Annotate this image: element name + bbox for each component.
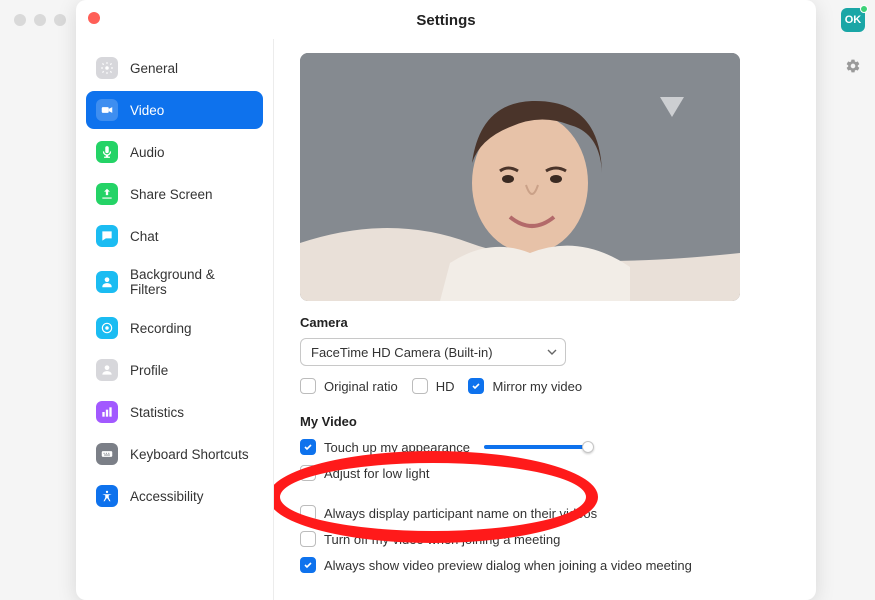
sidebar-item-label: Profile: [130, 363, 168, 378]
settings-sidebar: General Video Audio Share Screen Chat Backgro…: [76, 39, 274, 600]
window-title: Settings: [76, 0, 816, 39]
traffic-light-dim: [14, 14, 26, 26]
settings-gear-icon[interactable]: [845, 58, 861, 79]
video-icon: [96, 99, 118, 121]
close-button[interactable]: [88, 12, 100, 24]
option-label: Mirror my video: [492, 379, 582, 394]
option-label: HD: [436, 379, 455, 394]
background-window-controls: [14, 14, 66, 26]
sidebar-item-label: Keyboard Shortcuts: [130, 447, 249, 462]
camera-section-label: Camera: [300, 315, 790, 330]
option-label: Original ratio: [324, 379, 398, 394]
touch-up-option: Touch up my appearance: [300, 439, 790, 455]
touch-up-checkbox[interactable]: [300, 439, 316, 455]
camera-selected-value: FaceTime HD Camera (Built-in): [311, 345, 493, 360]
low-light-checkbox[interactable]: [300, 465, 316, 481]
camera-options-row: Original ratio HD Mirror my video: [300, 378, 790, 394]
gear-icon: [96, 57, 118, 79]
sidebar-item-profile[interactable]: Profile: [86, 351, 263, 389]
presence-indicator: [860, 5, 868, 13]
sidebar-item-label: Video: [130, 103, 164, 118]
sidebar-item-audio[interactable]: Audio: [86, 133, 263, 171]
traffic-light-dim: [54, 14, 66, 26]
option-always-display-participant-name-on-their: Always display participant name on their…: [300, 505, 790, 521]
checkbox[interactable]: [468, 378, 484, 394]
accessibility-icon: [96, 485, 118, 507]
touch-up-label: Touch up my appearance: [324, 440, 470, 455]
share-icon: [96, 183, 118, 205]
checkbox[interactable]: [300, 505, 316, 521]
traffic-light-dim: [34, 14, 46, 26]
stats-icon: [96, 401, 118, 423]
chevron-down-icon: [547, 347, 557, 357]
sidebar-item-accessibility[interactable]: Accessibility: [86, 477, 263, 515]
sidebar-item-label: Background & Filters: [130, 267, 253, 297]
option-always-show-video-preview-dialog-when-jo: Always show video preview dialog when jo…: [300, 557, 790, 573]
sidebar-item-label: Chat: [130, 229, 159, 244]
recording-icon: [96, 317, 118, 339]
touch-up-slider[interactable]: [484, 445, 588, 449]
video-preview: [300, 53, 740, 301]
sidebar-item-label: Share Screen: [130, 187, 213, 202]
low-light-label: Adjust for low light: [324, 466, 430, 481]
camera-option-original-ratio: Original ratio: [300, 378, 398, 394]
camera-option-hd: HD: [412, 378, 455, 394]
sidebar-item-label: General: [130, 61, 178, 76]
sidebar-item-chat[interactable]: Chat: [86, 217, 263, 255]
sidebar-item-statistics[interactable]: Statistics: [86, 393, 263, 431]
profile-icon: [96, 359, 118, 381]
sidebar-item-keyboard-shortcuts[interactable]: Keyboard Shortcuts: [86, 435, 263, 473]
sidebar-item-background-filters[interactable]: Background & Filters: [86, 259, 263, 305]
sidebar-item-label: Audio: [130, 145, 165, 160]
bgfilters-icon: [96, 271, 118, 293]
my-video-section-label: My Video: [300, 414, 790, 429]
checkbox[interactable]: [300, 531, 316, 547]
sidebar-item-label: Accessibility: [130, 489, 204, 504]
option-turn-off-my-video-when-joining-a-meeting: Turn off my video when joining a meeting: [300, 531, 790, 547]
camera-select[interactable]: FaceTime HD Camera (Built-in): [300, 338, 566, 366]
low-light-option: Adjust for low light: [300, 465, 790, 481]
sidebar-item-general[interactable]: General: [86, 49, 263, 87]
audio-icon: [96, 141, 118, 163]
sidebar-item-video[interactable]: Video: [86, 91, 263, 129]
sidebar-item-label: Statistics: [130, 405, 184, 420]
settings-content: Camera FaceTime HD Camera (Built-in) Ori…: [274, 39, 816, 600]
checkbox[interactable]: [300, 557, 316, 573]
settings-window: Settings General Video Audio Share Screen Ch…: [76, 0, 816, 600]
chat-icon: [96, 225, 118, 247]
checkbox[interactable]: [412, 378, 428, 394]
sidebar-item-label: Recording: [130, 321, 192, 336]
sidebar-item-share-screen[interactable]: Share Screen: [86, 175, 263, 213]
checkbox[interactable]: [300, 378, 316, 394]
sidebar-item-recording[interactable]: Recording: [86, 309, 263, 347]
keyboard-icon: [96, 443, 118, 465]
slider-thumb[interactable]: [582, 441, 594, 453]
option-label: Turn off my video when joining a meeting: [324, 532, 560, 547]
option-label: Always show video preview dialog when jo…: [324, 558, 692, 573]
camera-option-mirror-my-video: Mirror my video: [468, 378, 582, 394]
avatar-initials: OK: [845, 14, 862, 26]
option-label: Always display participant name on their…: [324, 506, 597, 521]
profile-avatar-badge[interactable]: OK: [841, 8, 865, 32]
